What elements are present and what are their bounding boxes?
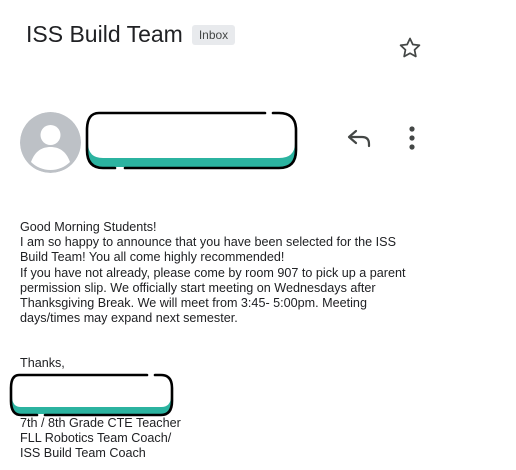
email-subject: ISS Build Team [26,21,183,47]
email-signature: 7th / 8th Grade CTE Teacher FLL Robotics… [20,416,181,462]
redacted-sender-name [85,110,303,172]
star-icon[interactable] [397,35,423,61]
signature-line: FLL Robotics Team Coach/ [20,431,172,446]
avatar-icon [20,112,81,173]
reply-icon[interactable] [345,125,373,151]
sender-avatar[interactable] [20,112,81,173]
body-greeting: Good Morning Students! [20,220,157,234]
more-options-icon[interactable] [402,124,422,152]
signature-line: ISS Build Team Coach [20,446,146,461]
subject-header: ISS Build Team Inbox [26,20,236,48]
signature-line: 7th / 8th Grade CTE Teacher [20,416,181,430]
email-closing: Thanks, [20,356,65,370]
inbox-label-chip[interactable]: Inbox [191,25,236,45]
email-body: Good Morning Students! I am so happy to … [20,220,420,326]
redacted-signature-name [9,372,175,418]
body-announcement: I am so happy to announce that you have … [20,235,396,265]
body-instructions: If you have not already, please come by … [20,265,406,326]
